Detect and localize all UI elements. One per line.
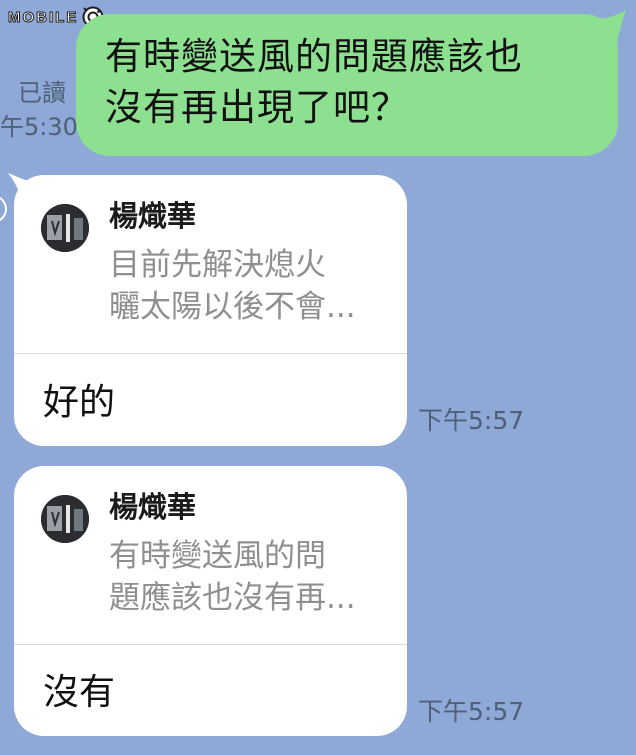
watermark-text: MOBILE	[7, 8, 79, 26]
outgoing-message-time: 午5:30	[0, 113, 78, 141]
reply-message-text: 好的	[43, 382, 116, 423]
avatar	[41, 495, 89, 543]
quoted-preview-line-1: 目前先解決熄火	[109, 247, 326, 283]
outgoing-message-line-1: 有時變送風的問題應該也	[105, 35, 523, 78]
left-edge-indicator	[0, 195, 7, 223]
outgoing-message-meta: 已讀 午5:30	[0, 76, 78, 144]
quoted-message-1[interactable]: 楊熾華 目前先解決熄火 曬太陽以後不會...	[14, 175, 407, 354]
incoming-reply-bubble-2[interactable]: 楊熾華 有時變送風的問 題應該也沒有再... 沒有	[14, 466, 407, 736]
quoted-sender-name: 楊熾華	[109, 199, 197, 233]
avatar	[41, 204, 89, 252]
reply-message-time: 下午5:57	[418, 406, 525, 435]
quoted-message-preview: 目前先解決熄火 曬太陽以後不會...	[109, 244, 401, 328]
quoted-preview-line-1: 有時變送風的問	[109, 538, 326, 574]
chat-screen: { "watermark": { "text": "MOBILE", "icon…	[0, 0, 636, 755]
quoted-sender-name: 楊熾華	[109, 490, 197, 524]
quoted-message-2[interactable]: 楊熾華 有時變送風的問 題應該也沒有再...	[14, 466, 407, 645]
outgoing-message-line-2: 沒有再出現了吧？	[105, 86, 409, 129]
quoted-preview-line-2: 題應該也沒有再...	[109, 580, 356, 616]
reply-message-time: 下午5:57	[418, 697, 525, 726]
reply-message-text: 沒有	[43, 672, 116, 713]
quoted-message-preview: 有時變送風的問 題應該也沒有再...	[109, 535, 401, 619]
quoted-preview-line-2: 曬太陽以後不會...	[109, 289, 356, 325]
outgoing-message-bubble[interactable]: 有時變送風的問題應該也 沒有再出現了吧？	[76, 14, 618, 156]
read-status: 已讀	[18, 79, 66, 107]
incoming-reply-bubble-1[interactable]: 楊熾華 目前先解決熄火 曬太陽以後不會... 好的	[14, 175, 407, 446]
